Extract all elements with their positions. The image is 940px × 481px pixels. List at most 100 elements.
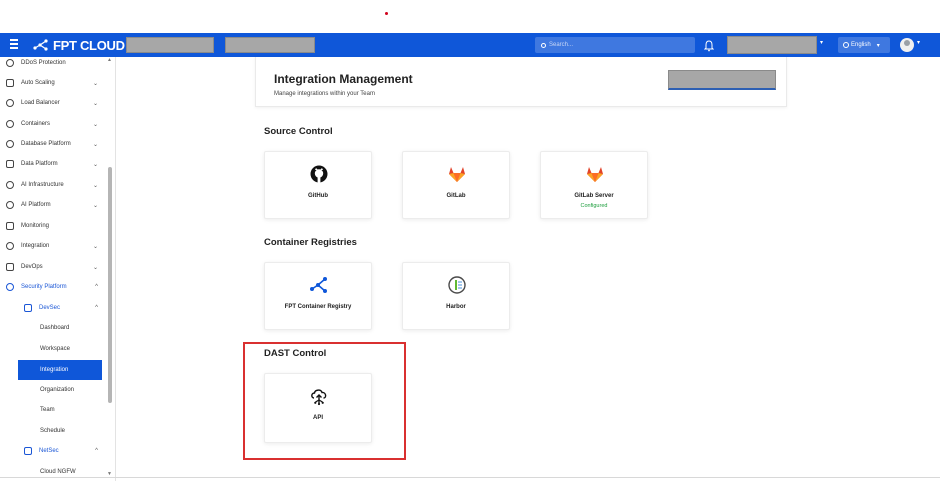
monitoring-icon	[6, 222, 14, 230]
page-title: Integration Management	[274, 72, 413, 86]
integration-card-harbor[interactable]: Harbor	[402, 262, 510, 330]
integration-icon	[6, 242, 14, 250]
card-label: API	[312, 415, 323, 421]
chevron-down-icon: ⌄	[92, 141, 98, 148]
search-placeholder: Search...	[549, 42, 574, 48]
sidebar-item-label: Organization	[40, 387, 75, 393]
integration-card-gitlab-server[interactable]: GitLab Server Configured	[540, 151, 648, 219]
sidebar-item-cloud-ngfw[interactable]: Cloud NGFW	[0, 462, 108, 481]
sidebar: DDoS Protection Auto Scaling ⌄ Load Bala…	[0, 57, 116, 481]
data-platform-icon	[6, 160, 14, 168]
language-selector[interactable]: English ▾	[838, 37, 890, 53]
indicator-dot	[385, 12, 388, 15]
sidebar-item-label: Team	[40, 407, 55, 413]
sidebar-item-ddos-protection[interactable]: DDoS Protection	[0, 57, 108, 73]
chevron-up-icon: ^	[95, 448, 98, 454]
hamburger-icon[interactable]	[10, 39, 20, 51]
sidebar-item-auto-scaling[interactable]: Auto Scaling ⌄	[0, 73, 108, 93]
status-badge: Configured	[580, 203, 608, 209]
fpt-registry-icon	[310, 277, 327, 293]
redacted-account[interactable]	[727, 36, 817, 54]
sidebar-item-monitoring[interactable]: Monitoring	[0, 216, 108, 236]
sidebar-item-security-platform[interactable]: Security Platform ^	[0, 277, 108, 297]
sidebar-item-label: AI Platform	[21, 202, 51, 208]
sidebar-item-label: Integration	[40, 367, 69, 373]
chevron-down-icon: ⌄	[92, 100, 98, 107]
integration-card-api[interactable]: API	[264, 373, 372, 443]
chevron-up-icon: ^	[95, 305, 98, 311]
integration-card-fpt-container-registry[interactable]: FPT Container Registry	[264, 262, 372, 330]
card-label: GitLab	[446, 193, 466, 199]
github-icon	[310, 165, 328, 183]
top-strip	[0, 0, 940, 33]
sidebar-item-label: Integration	[21, 243, 50, 249]
card-label: Harbor	[446, 304, 466, 310]
search-input[interactable]: Search...	[535, 37, 695, 53]
sidebar-item-label: Auto Scaling	[21, 80, 55, 86]
security-platform-icon	[6, 283, 14, 291]
sidebar-item-ai-infrastructure[interactable]: AI Infrastructure ⌄	[0, 175, 108, 195]
devops-icon	[6, 263, 14, 271]
gitlab-server-icon	[587, 167, 603, 182]
chevron-down-icon[interactable]: ▾	[917, 39, 920, 46]
integration-card-github[interactable]: GitHub	[264, 151, 372, 219]
container-icon	[6, 120, 14, 128]
search-icon	[541, 42, 546, 48]
card-label: GitHub	[308, 193, 328, 199]
fpt-logo-icon	[33, 39, 48, 51]
sidebar-item-integration-active[interactable]: Integration	[18, 360, 102, 380]
scroll-up-icon[interactable]: ▲	[107, 57, 112, 63]
language-label: English	[851, 42, 871, 48]
sidebar-item-netsec[interactable]: NetSec ^	[0, 441, 108, 461]
sidebar-item-devsec[interactable]: DevSec ^	[0, 298, 108, 318]
sidebar-item-devops[interactable]: DevOps ⌄	[0, 257, 108, 277]
bottom-divider	[0, 477, 940, 478]
integration-card-gitlab[interactable]: GitLab	[402, 151, 510, 219]
chevron-up-icon: ^	[95, 284, 98, 290]
sidebar-scrollbar[interactable]	[108, 167, 112, 403]
scaling-icon	[6, 79, 14, 87]
chevron-down-icon[interactable]: ▾	[820, 39, 823, 46]
sidebar-item-label: DDoS Protection	[21, 60, 66, 66]
sidebar-item-label: AI Infrastructure	[21, 182, 64, 188]
redacted-team-selector[interactable]	[668, 70, 776, 90]
sidebar-item-label: Data Platform	[21, 161, 58, 167]
sidebar-item-label: Workspace	[40, 346, 70, 352]
user-avatar-icon[interactable]	[900, 38, 914, 52]
sidebar-item-containers[interactable]: Containers ⌄	[0, 114, 108, 134]
brand-logo[interactable]: FPT CLOUD	[32, 37, 125, 53]
sidebar-item-label: Load Balancer	[21, 100, 60, 106]
sidebar-item-integration[interactable]: Integration ⌄	[0, 236, 108, 256]
chevron-down-icon: ⌄	[92, 182, 98, 189]
sidebar-item-label: Security Platform	[21, 284, 67, 290]
chevron-down-icon: ⌄	[92, 80, 98, 87]
section-title-dast-control: DAST Control	[264, 348, 327, 359]
balancer-icon	[6, 99, 14, 107]
sidebar-item-schedule[interactable]: Schedule	[0, 421, 108, 441]
sidebar-item-label: Monitoring	[21, 223, 50, 229]
sidebar-item-workspace[interactable]: Workspace	[0, 339, 108, 359]
chevron-down-icon: ⌄	[92, 121, 98, 128]
api-icon	[311, 389, 327, 406]
sidebar-item-label: Containers	[21, 121, 51, 127]
card-label: FPT Container Registry	[284, 304, 352, 310]
sidebar-item-data-platform[interactable]: Data Platform ⌄	[0, 154, 108, 174]
brand-name: FPT CLOUD	[53, 37, 125, 53]
gitlab-icon	[449, 167, 465, 182]
ai-platform-icon	[6, 201, 14, 209]
sidebar-item-organization[interactable]: Organization	[0, 380, 108, 400]
sidebar-item-ai-platform[interactable]: AI Platform ⌄	[0, 195, 108, 215]
sidebar-item-team[interactable]: Team	[0, 400, 108, 420]
sidebar-item-dashboard[interactable]: Dashboard	[0, 318, 108, 338]
sidebar-item-label: Cloud NGFW	[40, 469, 76, 475]
top-navbar: FPT CLOUD Search... ▾ English ▾ ▾	[0, 33, 940, 57]
chevron-down-icon: ⌄	[92, 161, 98, 168]
card-label: GitLab Server	[574, 193, 614, 199]
sidebar-item-database-platform[interactable]: Database Platform ⌄	[0, 134, 108, 154]
redacted-field	[126, 37, 214, 53]
sidebar-item-load-balancer[interactable]: Load Balancer ⌄	[0, 93, 108, 113]
harbor-icon	[448, 276, 466, 294]
sidebar-item-label: NetSec	[39, 448, 59, 454]
bell-icon[interactable]	[703, 39, 715, 52]
sidebar-item-label: Dashboard	[40, 325, 70, 331]
